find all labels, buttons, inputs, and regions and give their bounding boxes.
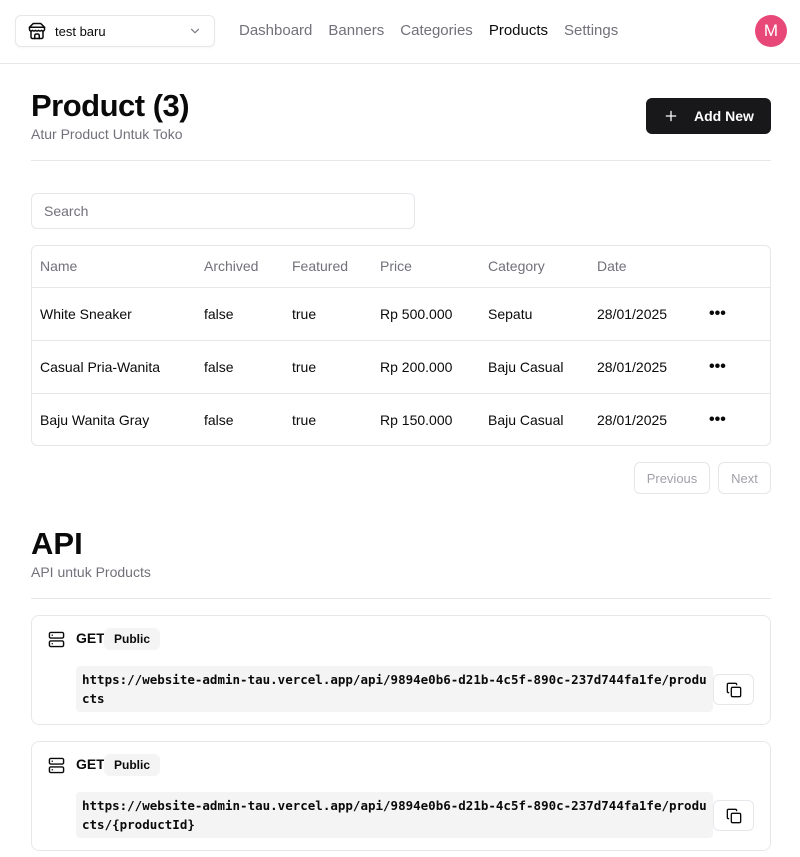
column-header-archived: Archived [196, 246, 284, 288]
cell-featured: true [292, 411, 317, 428]
cell-featured: true [284, 340, 372, 394]
cell-date: 28/01/2025 [597, 411, 668, 428]
cell-price: Rp 200.000 [372, 340, 480, 394]
cell-archived: false [196, 340, 284, 394]
column-header-category: Category [480, 246, 589, 288]
nav-link-settings[interactable]: Settings [564, 21, 618, 41]
api-endpoint-card: GET Public https://website-admin-tau.ver… [31, 741, 771, 851]
api-url: https://website-admin-tau.vercel.app/api… [76, 792, 713, 838]
cell-date: 28/01/2025 [589, 340, 701, 394]
cell-archived: false [204, 411, 234, 428]
cell-actions: ••• [701, 393, 770, 445]
cell-name: White Sneaker [32, 287, 196, 341]
api-endpoint-card: GET Public https://website-admin-tau.ver… [31, 615, 771, 725]
row-actions-menu-icon[interactable]: ••• [709, 411, 726, 428]
nav-link-products[interactable]: Products [489, 21, 548, 41]
row-actions-menu-icon[interactable]: ••• [709, 358, 726, 375]
nav-link-dashboard[interactable]: Dashboard [239, 21, 312, 41]
cell-actions: ••• [701, 287, 770, 341]
cell-category: Baju Casual [488, 411, 564, 428]
column-header-price: Price [372, 246, 480, 288]
avatar[interactable]: M [755, 15, 787, 47]
nav-link-banners[interactable]: Banners [328, 21, 384, 41]
plus-icon [664, 109, 678, 123]
cell-archived: false [196, 287, 284, 341]
products-table: Name Archived Featured Price Category Da… [31, 245, 771, 446]
column-header-actions [701, 246, 770, 288]
cell-featured: true [284, 287, 372, 341]
store-icon [28, 22, 46, 40]
cell-category: Sepatu [480, 287, 589, 341]
row-actions-menu-icon[interactable]: ••• [709, 305, 726, 322]
page-title: Product (3) [31, 88, 190, 123]
page-subtitle: Atur Product Untuk Toko [31, 126, 183, 142]
copy-url-button[interactable] [713, 800, 754, 831]
search-input[interactable] [31, 193, 415, 229]
cell-date: 28/01/2025 [589, 287, 701, 341]
column-header-name: Name [32, 246, 196, 288]
access-badge: Public [104, 628, 161, 650]
table-row: Baju Wanita Gray false true Rp 150.000 B… [32, 393, 770, 445]
main-nav: Dashboard Banners Categories Products Se… [239, 21, 618, 41]
divider [31, 160, 771, 161]
nav-link-categories[interactable]: Categories [400, 21, 473, 41]
column-header-date: Date [589, 246, 701, 288]
api-section-subtitle: API untuk Products [31, 564, 151, 580]
server-icon [48, 757, 65, 774]
add-new-label: Add New [694, 108, 754, 124]
api-section-title: API [31, 526, 83, 561]
table-row: Casual Pria-Wanita false true Rp 200.000… [32, 340, 770, 394]
previous-button[interactable]: Previous [634, 462, 710, 494]
store-switcher[interactable]: test baru [15, 15, 215, 47]
copy-icon [726, 682, 742, 698]
server-icon [48, 631, 65, 648]
store-name: test baru [55, 23, 106, 39]
chevron-down-icon [188, 24, 202, 38]
copy-url-button[interactable] [713, 674, 754, 705]
cell-price: Rp 150.000 [380, 411, 453, 428]
table-row: White Sneaker false true Rp 500.000 Sepa… [32, 287, 770, 341]
column-header-featured: Featured [284, 246, 372, 288]
cell-price: Rp 500.000 [372, 287, 480, 341]
add-new-button[interactable]: Add New [646, 98, 771, 134]
api-method: GET [76, 630, 105, 646]
access-badge: Public [104, 754, 161, 776]
cell-name: Baju Wanita Gray [40, 411, 150, 428]
table-header-row: Name Archived Featured Price Category Da… [32, 246, 770, 288]
cell-name: Casual Pria-Wanita [32, 340, 196, 394]
cell-actions: ••• [701, 340, 770, 394]
api-method: GET [76, 756, 105, 772]
next-button[interactable]: Next [718, 462, 771, 494]
api-url: https://website-admin-tau.vercel.app/api… [76, 666, 713, 712]
divider [31, 598, 771, 599]
navbar: test baru Dashboard Banners Categories P… [0, 0, 800, 64]
cell-category: Baju Casual [480, 340, 589, 394]
copy-icon [726, 808, 742, 824]
